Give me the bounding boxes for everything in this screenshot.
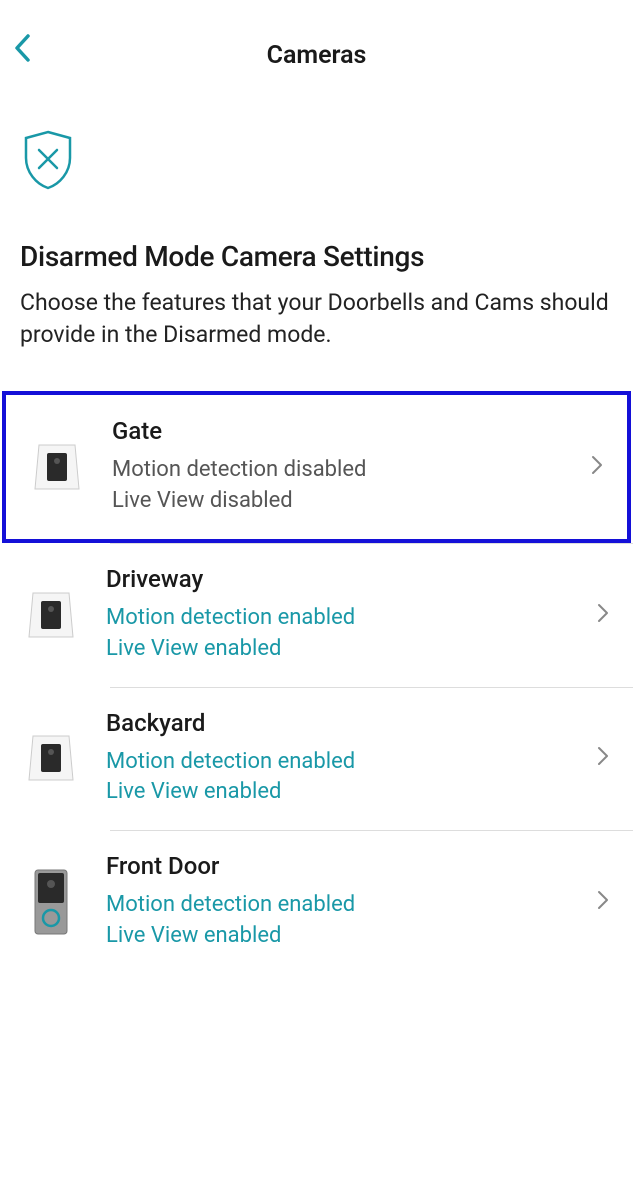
shield-icon-container xyxy=(0,100,633,216)
camera-row-driveway[interactable]: Driveway Motion detection enabled Live V… xyxy=(0,543,633,687)
camera-info: Driveway Motion detection enabled Live V… xyxy=(86,565,593,665)
motion-status: Motion detection enabled xyxy=(106,890,593,921)
camera-name: Front Door xyxy=(106,852,593,880)
chevron-left-icon xyxy=(14,34,32,62)
camera-name: Backyard xyxy=(106,709,593,737)
camera-row-gate[interactable]: Gate Motion detection disabled Live View… xyxy=(2,391,631,543)
camera-list: Gate Motion detection disabled Live View… xyxy=(0,361,633,973)
liveview-status: Live View disabled xyxy=(112,486,587,517)
camera-row-backyard[interactable]: Backyard Motion detection enabled Live V… xyxy=(0,687,633,831)
camera-name: Driveway xyxy=(106,565,593,593)
chevron-right-icon xyxy=(593,603,613,627)
liveview-status: Live View enabled xyxy=(106,634,593,665)
camera-name: Gate xyxy=(112,417,587,445)
liveview-status: Live View enabled xyxy=(106,777,593,808)
motion-status: Motion detection enabled xyxy=(106,603,593,634)
chevron-right-icon xyxy=(593,890,613,914)
motion-status: Motion detection disabled xyxy=(112,455,587,486)
page-title: Disarmed Mode Camera Settings xyxy=(20,240,613,273)
motion-status: Motion detection enabled xyxy=(106,747,593,778)
camera-row-front-door[interactable]: Front Door Motion detection enabled Live… xyxy=(0,830,633,974)
camera-info: Gate Motion detection disabled Live View… xyxy=(92,417,587,517)
camera-info: Backyard Motion detection enabled Live V… xyxy=(86,709,593,809)
camera-info: Front Door Motion detection enabled Live… xyxy=(86,852,593,952)
header-title: Cameras xyxy=(10,41,623,70)
back-button[interactable] xyxy=(6,26,40,74)
chevron-right-icon xyxy=(587,455,607,479)
liveview-status: Live View enabled xyxy=(106,921,593,952)
camera-device-icon xyxy=(16,580,86,650)
chevron-right-icon xyxy=(593,746,613,770)
doorbell-device-icon xyxy=(16,867,86,937)
content-header: Disarmed Mode Camera Settings Choose the… xyxy=(0,216,633,361)
shield-disarmed-icon xyxy=(20,130,76,192)
camera-device-icon xyxy=(22,432,92,502)
header: Cameras xyxy=(0,0,633,100)
camera-device-icon xyxy=(16,723,86,793)
page-subtitle: Choose the features that your Doorbells … xyxy=(20,287,613,351)
